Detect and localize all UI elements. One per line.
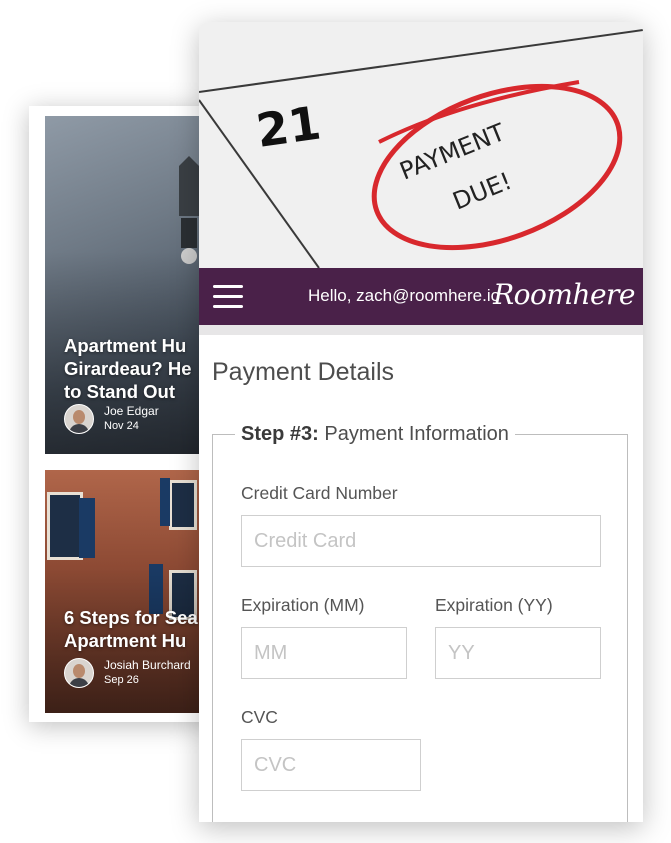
step-title: Payment Information: [318, 423, 509, 445]
cvc-label: CVC: [241, 707, 278, 727]
post-author: Joe Edgar Nov 24: [64, 404, 159, 434]
author-avatar: [64, 658, 94, 688]
post-date: Sep 26: [104, 674, 139, 686]
post-title[interactable]: 6 Steps for Sea Apartment Hu: [64, 606, 198, 652]
page-title: Payment Details: [212, 358, 395, 386]
post-author: Josiah Burchard Sep 26: [64, 658, 191, 688]
expiration-yy-label: Expiration (YY): [435, 595, 553, 615]
fieldset-legend: Step #3: Payment Information: [235, 423, 515, 446]
post-title[interactable]: Apartment Hu Girardeau? He to Stand Out: [64, 334, 192, 403]
hero-calendar-image: 21 PAYMENT DUE!: [199, 22, 643, 268]
author-name: Josiah Burchard: [104, 658, 191, 672]
author-name: Joe Edgar: [104, 404, 159, 418]
blog-card: Apartment Hu Girardeau? He to Stand Out …: [29, 106, 219, 722]
user-greeting: Hello, zach@roomhere.io: [308, 286, 501, 305]
expiration-mm-label: Expiration (MM): [241, 595, 365, 615]
hamburger-menu-icon[interactable]: [213, 285, 243, 309]
credit-card-input[interactable]: [241, 515, 601, 567]
author-avatar: [64, 404, 94, 434]
phone-screen: 21 PAYMENT DUE! Hello, zach@roomhere.io …: [199, 22, 643, 822]
nav-divider: [199, 325, 643, 335]
blog-post-card[interactable]: 6 Steps for Sea Apartment Hu Josiah Burc…: [45, 470, 219, 713]
payment-fieldset: Step #3: Payment Information Credit Card…: [212, 423, 628, 822]
calendar-day: 21: [253, 96, 324, 158]
top-navbar: Hello, zach@roomhere.io Roomhere: [199, 268, 643, 325]
expiration-mm-input[interactable]: [241, 627, 407, 679]
step-number: Step #3:: [241, 423, 319, 445]
blog-post-card[interactable]: Apartment Hu Girardeau? He to Stand Out …: [45, 116, 219, 454]
expiration-yy-input[interactable]: [435, 627, 601, 679]
post-date: Nov 24: [104, 420, 139, 432]
brand-logo[interactable]: Roomhere: [493, 278, 635, 311]
cvc-input[interactable]: [241, 739, 421, 791]
credit-card-label: Credit Card Number: [241, 483, 398, 503]
